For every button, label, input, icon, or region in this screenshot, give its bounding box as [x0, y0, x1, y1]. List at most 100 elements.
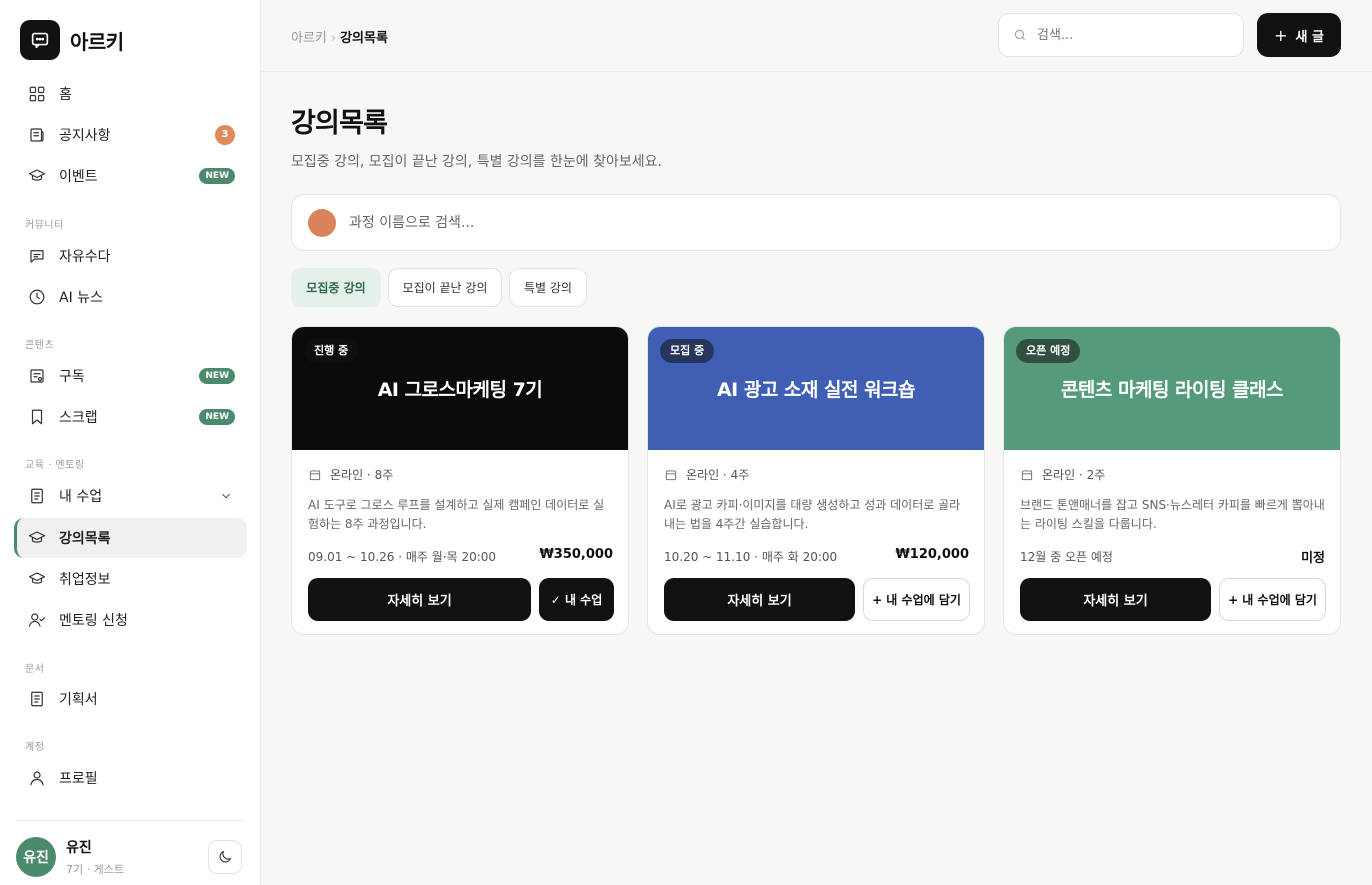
section-label-docs: 문서	[25, 664, 45, 675]
card-title: AI 광고 소재 실전 워크숍	[716, 379, 916, 401]
breadcrumb-root[interactable]: 아르키	[291, 31, 327, 46]
section-label-account: 계정	[25, 742, 45, 753]
card-hero[interactable]: 모집 중 AI 광고 소재 실전 워크숍	[648, 327, 984, 450]
chevron-down-icon[interactable]	[219, 489, 233, 503]
card-description: AI로 광고 카피·이미지를 대량 생성하고 성과 데이터로 골라내는 법을 4…	[664, 498, 961, 531]
card-price: ₩350,000	[539, 547, 613, 562]
sidebar-item-label: 취업정보	[59, 572, 111, 588]
document-icon	[28, 487, 46, 505]
card-title: 콘텐츠 마케팅 라이팅 클래스	[1060, 379, 1284, 401]
tab-closed[interactable]: 모집이 끝난 강의	[388, 268, 502, 307]
breadcrumb: 아르키 › 강의목록	[291, 27, 388, 46]
card-schedule: 12월 중 오픈 예정	[1020, 550, 1113, 564]
sidebar-item-notice[interactable]: 공지사항 3	[14, 115, 247, 155]
sidebar-item-free-talk[interactable]: 자유수다	[14, 236, 247, 276]
user-name: 유진	[66, 840, 92, 856]
sidebar-item-jobs[interactable]: 취업정보	[14, 559, 247, 599]
tab-special[interactable]: 특별 강의	[509, 268, 587, 307]
course-search[interactable]	[291, 194, 1341, 251]
sidebar-item-label: 멘토링 신청	[59, 613, 128, 629]
card-schedule: 10.20 ~ 11.10 · 매주 화 20:00	[664, 550, 838, 564]
sidebar-item-course-list[interactable]: 강의목록	[14, 518, 247, 558]
section-label-content: 콘텐츠	[25, 340, 55, 351]
card-meta-text: 온라인 · 2주	[1042, 468, 1106, 482]
bookmark-icon	[28, 408, 46, 426]
sidebar-item-home[interactable]: 홈	[14, 74, 247, 114]
notice-icon	[28, 126, 46, 144]
add-to-my-class-button[interactable]: + 내 수업에 담기	[1219, 578, 1326, 621]
new-badge: NEW	[199, 368, 235, 384]
moon-icon	[217, 849, 233, 865]
sidebar-item-label: 내 수업	[59, 489, 103, 505]
sidebar-item-mentoring[interactable]: 멘토링 신청	[14, 600, 247, 640]
status-badge: 모집 중	[660, 339, 715, 363]
card-hero[interactable]: 오픈 예정 콘텐츠 마케팅 라이팅 클래스	[1004, 327, 1340, 450]
card-schedule: 09.01 ~ 10.26 · 매주 월·목 20:00	[308, 550, 497, 564]
breadcrumb-separator: ›	[330, 31, 337, 46]
new-badge: NEW	[199, 409, 235, 425]
course-search-input[interactable]	[349, 214, 1249, 231]
sidebar-item-profile[interactable]: 프로필	[14, 758, 247, 798]
global-search[interactable]	[998, 13, 1244, 57]
card-hero[interactable]: 진행 중 AI 그로스마케팅 7기	[292, 327, 628, 450]
page-subtitle: 모집중 강의, 모집이 끝난 강의, 특별 강의를 한눈에 찾아보세요.	[291, 154, 662, 170]
sidebar-item-label: 이벤트	[59, 169, 98, 185]
brand-name: 아르키	[70, 29, 124, 54]
sidebar-item-subscribe[interactable]: 구독 NEW	[14, 356, 247, 396]
topbar: 아르키›강의목록 + 새 글	[261, 0, 1372, 72]
user-check-icon	[28, 611, 46, 629]
my-class-button[interactable]: ✓ 내 수업	[539, 578, 614, 621]
course-card: 오픈 예정 콘텐츠 마케팅 라이팅 클래스 온라인 · 2주 브랜드 톤앤매너를…	[1003, 326, 1341, 635]
chat-icon	[28, 247, 46, 265]
avatar[interactable]: 유진	[16, 837, 56, 877]
theme-toggle-button[interactable]	[208, 840, 242, 874]
detail-button[interactable]: 자세히 보기	[664, 578, 855, 621]
tab-recruiting[interactable]: 모집중 강의	[291, 268, 381, 307]
add-to-my-class-button[interactable]: + 내 수업에 담기	[863, 578, 970, 621]
sidebar-item-label: 구독	[59, 369, 85, 385]
card-price: ₩120,000	[895, 547, 969, 562]
card-meta-text: 온라인 · 4주	[686, 468, 750, 482]
sidebar-item-ai-news[interactable]: AI 뉴스	[14, 277, 247, 317]
card-title: AI 그로스마케팅 7기	[377, 379, 543, 401]
status-badge: 오픈 예정	[1016, 339, 1081, 363]
sidebar-item-my-class[interactable]: 내 수업	[14, 476, 247, 516]
detail-button[interactable]: 자세히 보기	[1020, 578, 1211, 621]
detail-button[interactable]: 자세히 보기	[308, 578, 531, 621]
sidebar-item-label: 기획서	[59, 692, 98, 708]
global-search-input[interactable]	[1037, 27, 1217, 43]
document-icon	[28, 690, 46, 708]
section-label-community: 커뮤니티	[25, 220, 64, 231]
calendar-icon	[308, 468, 330, 482]
card-description: AI 도구로 그로스 루프를 설계하고 실제 캠페인 데이터로 실험하는 8주 …	[308, 498, 605, 531]
notice-count-badge: 3	[215, 125, 235, 145]
course-card: 진행 중 AI 그로스마케팅 7기 온라인 · 8주 AI 도구로 그로스 루프…	[291, 326, 629, 635]
graduation-cap-icon	[28, 529, 46, 547]
status-badge: 진행 중	[304, 339, 359, 363]
sidebar-item-label: 공지사항	[59, 128, 111, 144]
card-meta: 온라인 · 2주	[1020, 466, 1105, 483]
brand[interactable]: 아르키	[20, 20, 124, 60]
search-avatar-icon	[308, 208, 336, 237]
graduation-cap-icon	[28, 167, 46, 185]
breadcrumb-current: 강의목록	[340, 31, 388, 46]
subscribe-icon	[28, 367, 46, 385]
page-title: 강의목록	[291, 108, 388, 139]
sidebar-item-scrap[interactable]: 스크랩 NEW	[14, 397, 247, 437]
sidebar-item-event[interactable]: 이벤트 NEW	[14, 156, 247, 196]
search-icon	[1013, 28, 1037, 42]
sidebar-item-label: 스크랩	[59, 410, 98, 426]
sidebar-item-label: 강의목록	[59, 531, 111, 547]
calendar-icon	[1020, 468, 1042, 482]
card-meta: 온라인 · 8주	[308, 466, 393, 483]
logo-icon	[20, 20, 60, 60]
new-post-label: 새 글	[1295, 29, 1324, 45]
sidebar-item-proposal[interactable]: 기획서	[14, 679, 247, 719]
new-badge: NEW	[199, 168, 235, 184]
sidebar: 아르키 홈 공지사항 3 이벤트 NEW 커뮤니티 자유수다 AI 뉴스 콘텐츠…	[0, 0, 261, 885]
graduation-cap-icon	[28, 570, 46, 588]
new-post-button[interactable]: + 새 글	[1257, 13, 1341, 57]
sidebar-item-label: 홈	[59, 87, 72, 103]
sidebar-item-label: AI 뉴스	[59, 290, 103, 306]
grid-icon	[28, 85, 46, 103]
